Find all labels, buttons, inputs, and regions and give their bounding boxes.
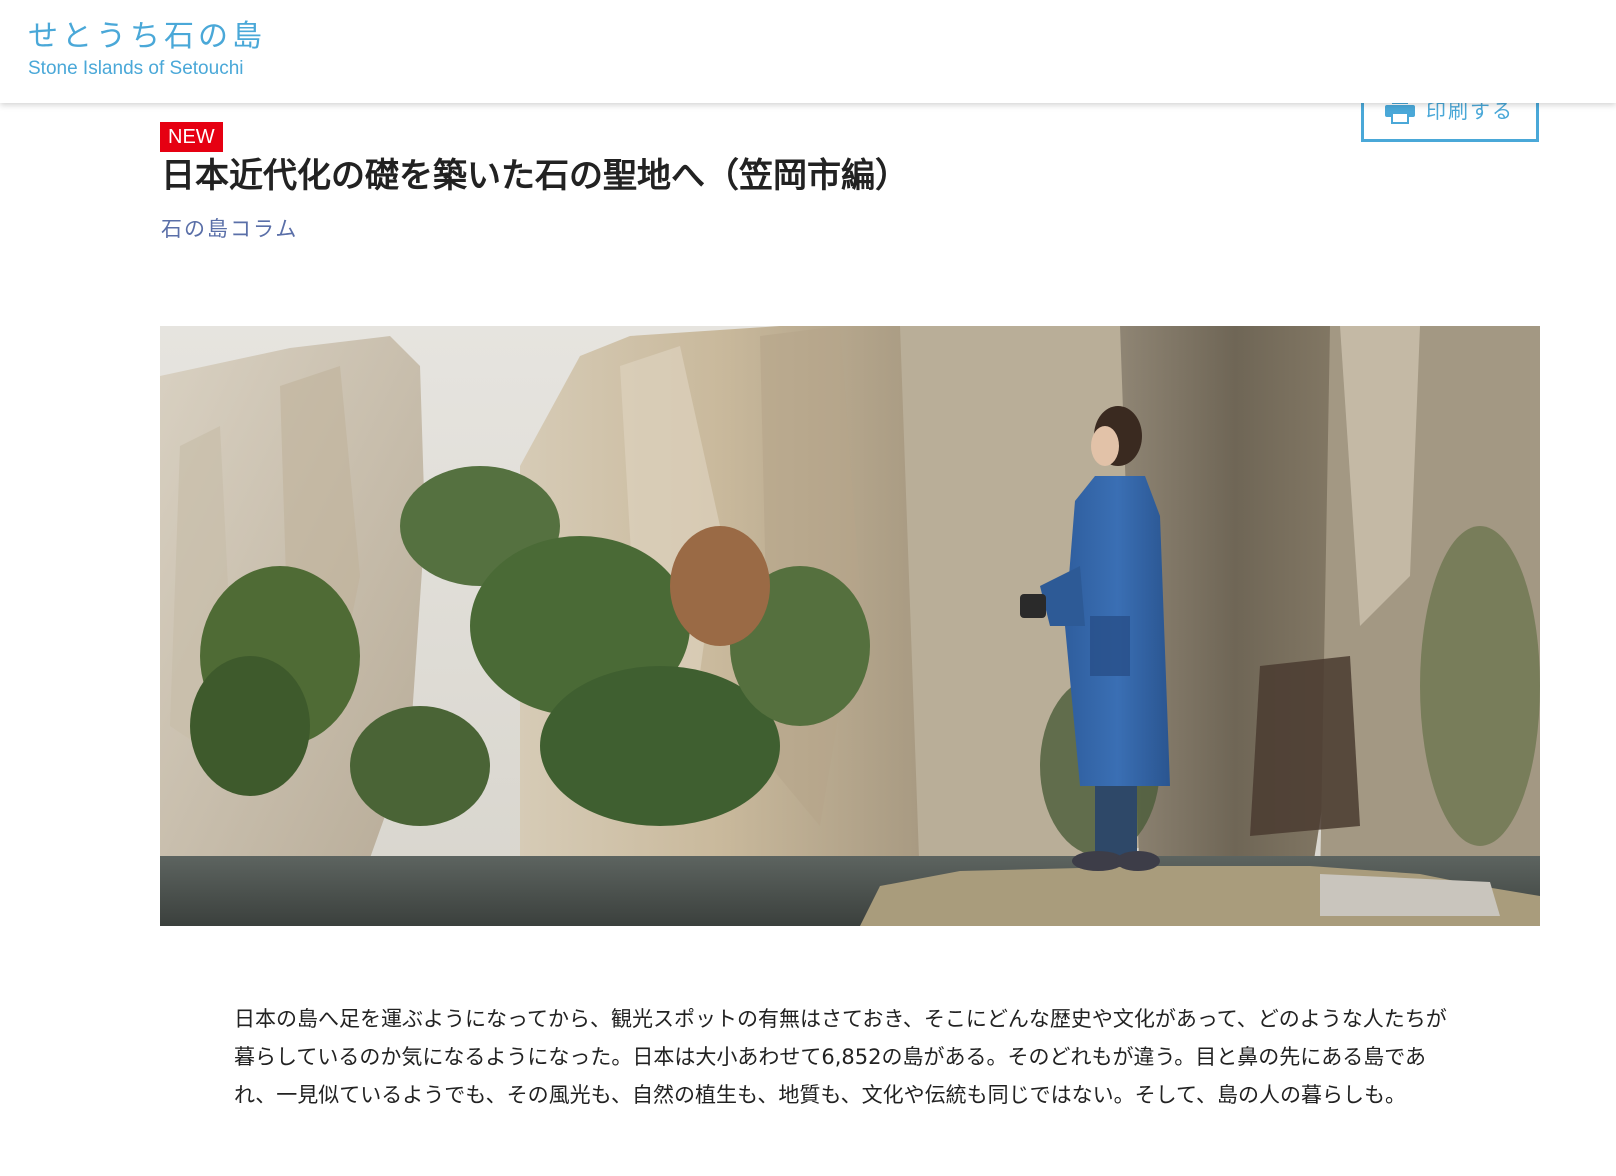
- new-badge: NEW: [160, 122, 223, 152]
- hero-image: [160, 326, 1540, 926]
- site-header: せとうち石の島 Stone Islands of Setouchi: [0, 0, 1616, 103]
- logo-english-text: Stone Islands of Setouchi: [28, 58, 244, 79]
- article-intro: 日本の島へ足を運ぶようになってから、観光スポットの有無はさておき、そこにどんな歴…: [234, 1007, 1447, 1107]
- article-title: 日本近代化の礎を築いた石の聖地へ（笠岡市編）: [161, 156, 909, 196]
- quarry-photo: [160, 326, 1540, 926]
- category-link[interactable]: 石の島コラム: [161, 212, 298, 246]
- site-logo[interactable]: せとうち石の島 Stone Islands of Setouchi: [28, 18, 266, 80]
- logo-japanese-text: せとうち石の島: [28, 19, 266, 54]
